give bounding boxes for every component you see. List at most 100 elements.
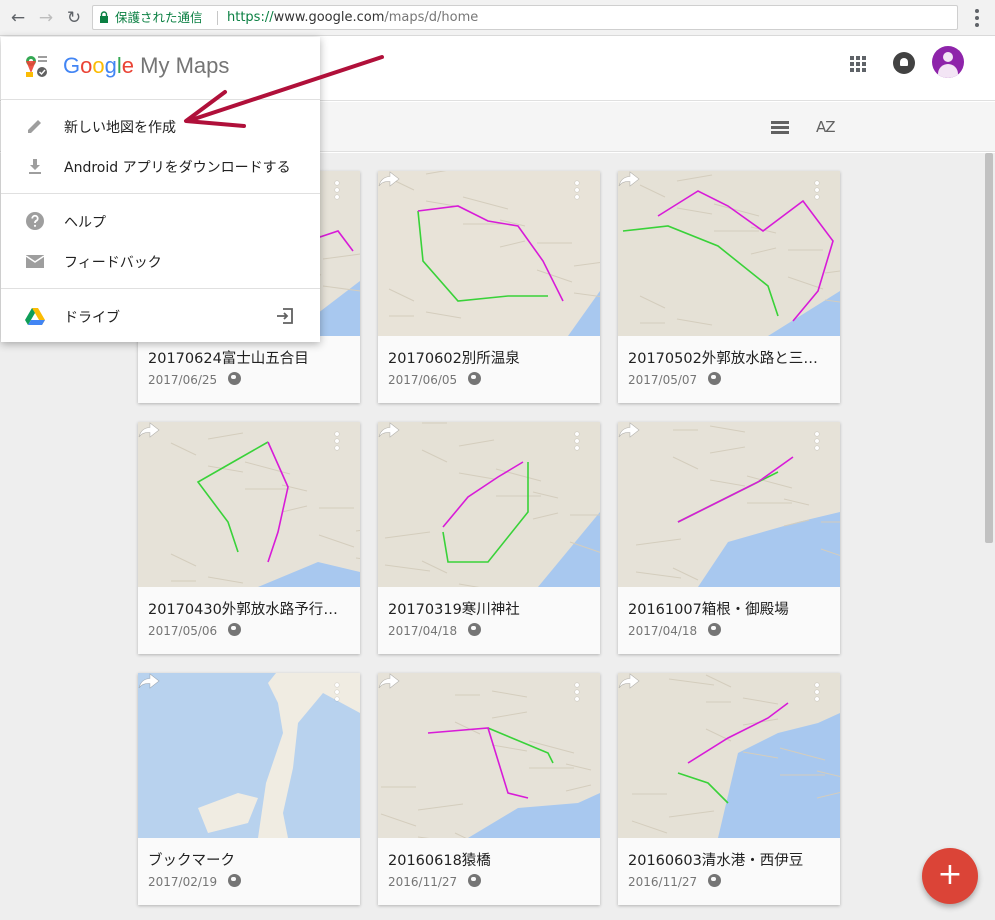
forward-icon[interactable]: → — [34, 6, 58, 30]
more-options-icon[interactable] — [814, 683, 820, 703]
more-options-icon[interactable] — [574, 432, 580, 452]
map-card[interactable]: 20170319寒川神社 2017/04/18 — [378, 422, 600, 654]
share-icon[interactable] — [138, 422, 160, 438]
map-title: 20170319寒川神社 — [388, 602, 520, 618]
my-maps-logo-icon — [26, 56, 47, 77]
navigation-drawer: Google My Maps 新しい地図を作成 Android アプリをダウンロ… — [1, 37, 320, 342]
back-icon[interactable]: ← — [6, 6, 30, 30]
more-options-icon[interactable] — [574, 683, 580, 703]
map-card[interactable]: 20170602別所温泉 2017/06/05 — [378, 171, 600, 403]
reload-icon[interactable]: ↻ — [62, 6, 86, 30]
download-icon — [29, 159, 41, 174]
drawer-divider — [1, 193, 320, 194]
map-title: 20160603清水港・西伊豆 — [628, 853, 804, 869]
map-title: 20161007箱根・御殿場 — [628, 602, 789, 618]
create-map-fab[interactable]: + — [922, 848, 978, 904]
more-options-icon[interactable] — [334, 683, 340, 703]
share-icon[interactable] — [138, 673, 160, 689]
map-card[interactable]: 20160618猿橋 2016/11/27 — [378, 673, 600, 905]
map-card[interactable]: 20161007箱根・御殿場 2017/04/18 — [618, 422, 840, 654]
map-title: 20170430外郭放水路予行練… — [148, 602, 352, 618]
more-options-icon[interactable] — [334, 432, 340, 452]
map-date: 2017/06/25 — [148, 373, 218, 387]
scrollbar[interactable] — [985, 153, 993, 543]
drawer-divider — [1, 99, 320, 100]
create-new-map-item[interactable]: 新しい地図を作成 — [1, 106, 320, 146]
url-scheme: https:// — [227, 10, 274, 25]
pencil-icon — [28, 120, 41, 133]
map-thumbnail[interactable] — [378, 422, 600, 587]
feedback-item[interactable]: フィードバック — [1, 241, 320, 281]
address-bar[interactable]: 保護された通信 https://www.google.com/maps/d/ho… — [92, 5, 958, 30]
map-date: 2017/06/05 — [388, 373, 458, 387]
map-date: 2016/11/27 — [628, 875, 698, 889]
drawer-divider — [1, 288, 320, 289]
more-options-icon[interactable] — [814, 432, 820, 452]
share-icon[interactable] — [618, 673, 640, 689]
globe-icon — [468, 874, 481, 887]
map-date: 2017/05/06 — [148, 624, 218, 638]
map-card[interactable]: 20160603清水港・西伊豆 2016/11/27 — [618, 673, 840, 905]
globe-icon — [228, 874, 241, 887]
create-new-map-label: 新しい地図を作成 — [64, 120, 176, 136]
open-external-icon[interactable] — [275, 306, 295, 326]
secure-connection-label: 保護された通信 — [115, 10, 203, 25]
map-date: 2017/05/07 — [628, 373, 698, 387]
share-icon[interactable] — [378, 422, 400, 438]
omnibox-divider — [217, 11, 218, 25]
url-host: www.google.com — [273, 10, 385, 25]
map-card[interactable]: ブックマーク 2017/02/19 — [138, 673, 360, 905]
url-path: /maps/d/home — [384, 10, 479, 25]
map-thumbnail[interactable] — [378, 171, 600, 336]
map-thumbnail[interactable] — [378, 673, 600, 838]
feedback-label: フィードバック — [64, 255, 162, 271]
help-label: ヘルプ — [64, 215, 106, 231]
download-android-app-item[interactable]: Android アプリをダウンロードする — [1, 146, 320, 186]
url-text: https://www.google.com/maps/d/home — [227, 6, 478, 29]
globe-icon — [228, 623, 241, 636]
globe-icon — [708, 623, 721, 636]
map-thumbnail[interactable] — [138, 422, 360, 587]
sort-az-button[interactable]: AZ — [816, 118, 836, 136]
account-avatar[interactable] — [932, 46, 964, 78]
map-thumbnail[interactable] — [618, 171, 840, 336]
map-card[interactable]: 20170430外郭放水路予行練… 2017/05/06 — [138, 422, 360, 654]
help-icon — [26, 212, 44, 230]
share-icon[interactable] — [618, 171, 640, 187]
globe-icon — [708, 874, 721, 887]
browser-menu-icon[interactable] — [969, 6, 985, 30]
map-date: 2016/11/27 — [388, 875, 458, 889]
lock-icon — [100, 11, 108, 23]
globe-icon — [708, 372, 721, 385]
map-date: 2017/02/19 — [148, 875, 218, 889]
map-thumbnail[interactable] — [618, 422, 840, 587]
drive-icon — [25, 308, 45, 325]
map-date: 2017/04/18 — [628, 624, 698, 638]
more-options-icon[interactable] — [334, 181, 340, 201]
globe-icon — [228, 372, 241, 385]
drive-label: ドライブ — [64, 310, 120, 326]
map-thumbnail[interactable] — [138, 673, 360, 838]
more-options-icon[interactable] — [814, 181, 820, 201]
share-icon[interactable] — [378, 673, 400, 689]
map-thumbnail[interactable] — [618, 673, 840, 838]
map-card[interactable]: 20170502外郭放水路と三峯… 2017/05/07 — [618, 171, 840, 403]
drive-item[interactable]: ドライブ — [1, 296, 320, 336]
download-android-app-label: Android アプリをダウンロードする — [64, 160, 291, 176]
help-item[interactable]: ヘルプ — [1, 201, 320, 241]
map-date: 2017/04/18 — [388, 624, 458, 638]
mail-icon — [25, 255, 45, 268]
share-icon[interactable] — [618, 422, 640, 438]
map-title: ブックマーク — [148, 853, 235, 869]
list-view-icon[interactable] — [771, 121, 789, 135]
browser-toolbar: ← → ↻ 保護された通信 https://www.google.com/map… — [0, 0, 995, 36]
map-title: 20170602別所温泉 — [388, 351, 520, 367]
map-title: 20160618猿橋 — [388, 853, 491, 869]
google-my-maps-brand: Google My Maps — [63, 53, 230, 78]
share-icon[interactable] — [378, 171, 400, 187]
globe-icon — [468, 623, 481, 636]
more-options-icon[interactable] — [574, 181, 580, 201]
globe-icon — [468, 372, 481, 385]
apps-grid-icon[interactable] — [850, 56, 866, 72]
notifications-bell-icon[interactable] — [893, 52, 915, 74]
